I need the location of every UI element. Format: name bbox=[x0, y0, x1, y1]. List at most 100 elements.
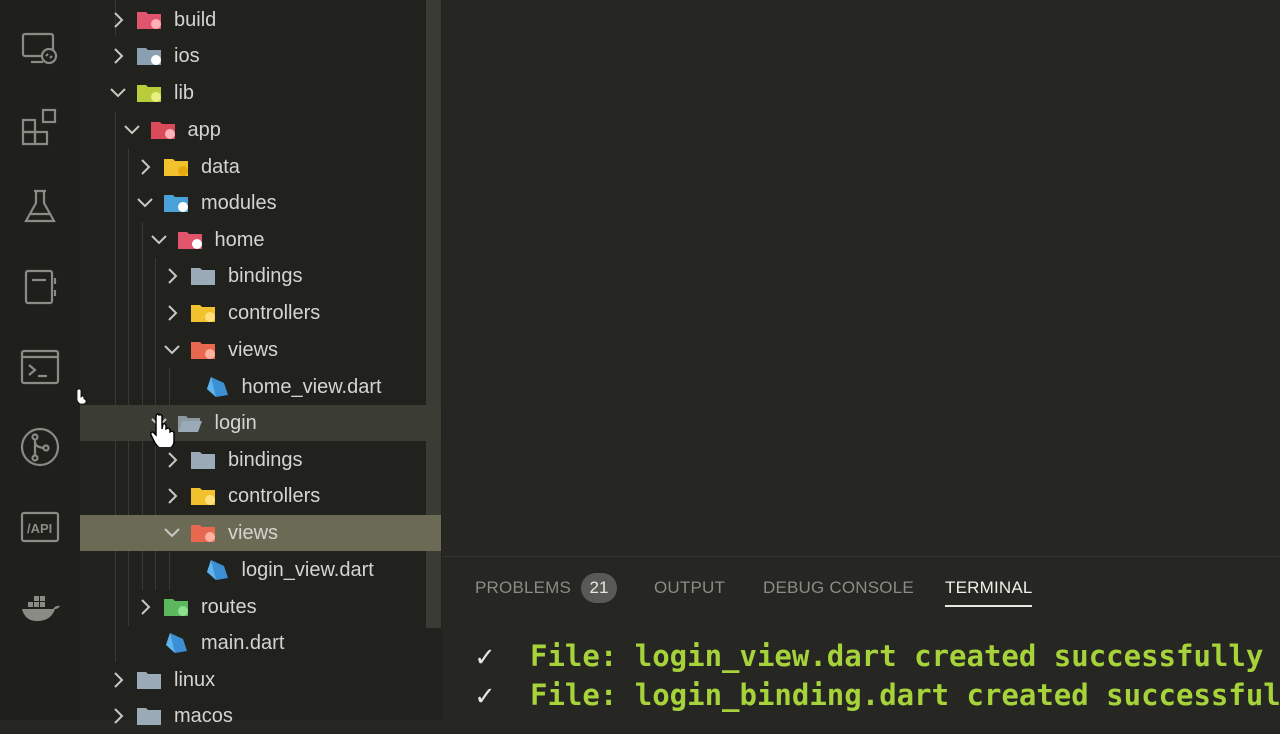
folder-icon bbox=[136, 704, 162, 728]
chevron-down-icon[interactable] bbox=[135, 193, 155, 213]
folder-item[interactable]: build bbox=[80, 2, 426, 38]
terminal-line: ✓ File: login_view.dart created successfu… bbox=[476, 639, 1263, 673]
chevron-down-icon[interactable] bbox=[162, 523, 182, 543]
folder-views-icon bbox=[190, 338, 216, 362]
tree-item-label: routes bbox=[201, 596, 257, 618]
active-tab-indicator bbox=[945, 605, 1032, 607]
tree-item-label: login_view.dart bbox=[241, 559, 374, 581]
folder-item[interactable]: controllers bbox=[80, 295, 426, 331]
chevron-right-icon[interactable] bbox=[108, 670, 128, 690]
dart-file-icon bbox=[204, 558, 230, 582]
tree-item-label: ios bbox=[174, 45, 200, 67]
chevron-right-icon[interactable] bbox=[108, 10, 128, 30]
folder-item[interactable]: lib bbox=[80, 75, 426, 111]
chevron-right-icon[interactable] bbox=[135, 157, 155, 177]
terminal-line: ✓ File: login_binding.dart created succes… bbox=[476, 678, 1280, 712]
tree-item-label: controllers bbox=[228, 302, 321, 324]
folder-data-icon bbox=[163, 155, 189, 179]
folder-views-icon bbox=[190, 521, 216, 545]
testing-icon[interactable] bbox=[18, 185, 62, 229]
chevron-down-icon[interactable] bbox=[108, 83, 128, 103]
check-icon: ✓ bbox=[476, 639, 494, 673]
tree-item-label: data bbox=[201, 156, 240, 178]
tree-item-label: views bbox=[228, 522, 279, 544]
tree-item-label: build bbox=[174, 9, 217, 31]
folder-item[interactable]: routes bbox=[80, 589, 426, 625]
terminal-line-text: File: login_view.dart created successful… bbox=[530, 639, 1264, 673]
folder-routes-icon bbox=[163, 595, 189, 619]
tree-item-label: bindings bbox=[228, 449, 303, 471]
folder-item[interactable]: controllers bbox=[80, 478, 426, 514]
file-item[interactable]: main.dart bbox=[80, 625, 426, 661]
chevron-right-icon[interactable] bbox=[108, 46, 128, 66]
tree-item-label: home_view.dart bbox=[241, 376, 382, 398]
problems-count-badge: 21 bbox=[581, 573, 617, 603]
dart-file-icon bbox=[204, 375, 230, 399]
terminal-line-text: File: login_binding.dart created success… bbox=[530, 678, 1280, 712]
folder-controllers-icon bbox=[190, 484, 216, 508]
folder-icon bbox=[190, 448, 216, 472]
folder-item[interactable]: macos bbox=[80, 698, 426, 734]
chevron-right-icon[interactable] bbox=[162, 266, 182, 286]
tree-item-label: app bbox=[187, 119, 221, 141]
tab-problems[interactable]: PROBLEMS bbox=[475, 578, 571, 598]
tree-item-label: controllers bbox=[228, 485, 321, 507]
chevron-right-icon[interactable] bbox=[162, 303, 182, 323]
chevron-right-icon[interactable] bbox=[108, 706, 128, 726]
bottom-panel: PROBLEMS 21 OUTPUT DEBUG CONSOLE TERMINA… bbox=[442, 556, 1280, 721]
tree-item-label: lib bbox=[174, 82, 195, 104]
chevron-right-icon[interactable] bbox=[135, 597, 155, 617]
folder-lib-icon bbox=[136, 81, 162, 105]
tree-item-label: views bbox=[228, 339, 279, 361]
chevron-right-icon[interactable] bbox=[162, 450, 182, 470]
folder-item[interactable]: login bbox=[80, 405, 441, 441]
folder-item[interactable]: modules bbox=[80, 185, 426, 221]
chevron-down-icon[interactable] bbox=[122, 120, 142, 140]
folder-build-icon bbox=[136, 8, 162, 32]
folder-item[interactable]: views bbox=[80, 515, 441, 551]
folder-item[interactable]: bindings bbox=[80, 442, 426, 478]
source-control-icon[interactable] bbox=[18, 425, 62, 469]
editor-area[interactable] bbox=[442, 0, 1280, 556]
folder-item[interactable]: home bbox=[80, 222, 426, 258]
pointer-cursor-icon bbox=[77, 388, 87, 404]
folder-item[interactable]: data bbox=[80, 149, 426, 185]
tree-item-label: login bbox=[214, 412, 257, 434]
file-item[interactable]: login_view.dart bbox=[80, 552, 426, 588]
tree-item-label: home bbox=[214, 229, 265, 251]
dart-file-icon bbox=[163, 631, 189, 655]
folder-item[interactable]: app bbox=[80, 112, 426, 148]
notebook-icon[interactable] bbox=[18, 265, 62, 309]
tree-item-label: linux bbox=[174, 669, 216, 691]
file-item[interactable]: home_view.dart bbox=[80, 369, 426, 405]
api-icon[interactable]: /API bbox=[18, 505, 62, 549]
terminal-icon[interactable] bbox=[18, 345, 62, 389]
folder-controllers-icon bbox=[190, 301, 216, 325]
remote-explorer-icon[interactable] bbox=[18, 26, 62, 70]
folder-open-icon bbox=[177, 411, 203, 435]
folder-app-icon bbox=[150, 118, 176, 142]
docker-icon[interactable] bbox=[18, 585, 62, 629]
folder-item[interactable]: ios bbox=[80, 38, 426, 74]
folder-icon bbox=[136, 668, 162, 692]
check-icon: ✓ bbox=[476, 678, 494, 712]
tab-output[interactable]: OUTPUT bbox=[654, 578, 725, 598]
tree-item-label: modules bbox=[201, 192, 277, 214]
chevron-right-icon[interactable] bbox=[162, 486, 182, 506]
tree-item-label: bindings bbox=[228, 265, 303, 287]
chevron-down-icon[interactable] bbox=[162, 340, 182, 360]
folder-icon bbox=[190, 264, 216, 288]
folder-item[interactable]: bindings bbox=[80, 258, 426, 294]
folder-ios-icon bbox=[136, 44, 162, 68]
hand-cursor-icon bbox=[150, 413, 175, 447]
chevron-down-icon[interactable] bbox=[149, 230, 169, 250]
tree-item-label: macos bbox=[174, 705, 233, 727]
tree-item-label: main.dart bbox=[201, 632, 285, 654]
tab-terminal[interactable]: TERMINAL bbox=[945, 578, 1033, 598]
activity-bar: /API bbox=[0, 0, 80, 720]
folder-item[interactable]: views bbox=[80, 332, 426, 368]
tab-debug-console[interactable]: DEBUG CONSOLE bbox=[763, 578, 914, 598]
svg-text:/API: /API bbox=[27, 521, 52, 536]
folder-item[interactable]: linux bbox=[80, 662, 426, 698]
extensions-icon[interactable] bbox=[18, 105, 62, 149]
